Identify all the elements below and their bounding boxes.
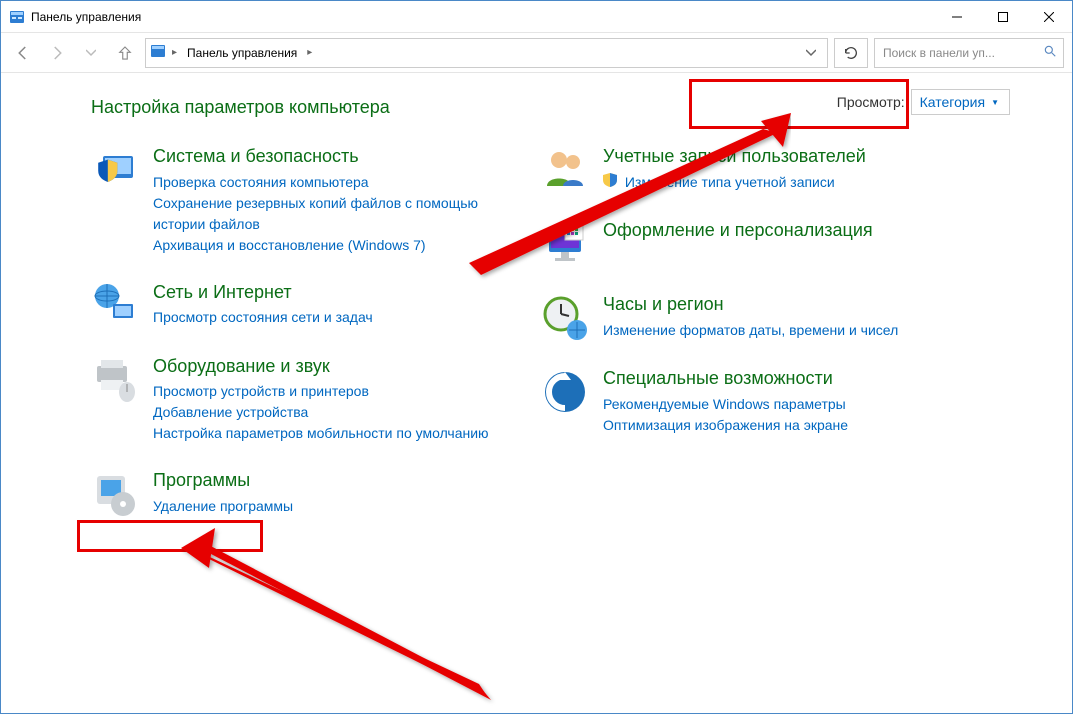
control-panel-window: Панель управления ▸ Панель управления ▸ (0, 0, 1073, 714)
category-link[interactable]: Рекомендуемые Windows параметры (603, 394, 941, 415)
category-hardware-sound: Оборудование и звук Просмотр устройств и… (91, 356, 491, 445)
view-by-row: Просмотр: Категория ▼ (837, 89, 1010, 115)
category-title[interactable]: Оборудование и звук (153, 356, 491, 378)
ease-of-access-icon (541, 368, 589, 436)
programs-disc-icon (91, 470, 139, 518)
category-title[interactable]: Часы и регион (603, 294, 941, 316)
window-title: Панель управления (31, 10, 141, 24)
search-input[interactable] (881, 45, 1039, 61)
category-link-text: Изменение типа учетной записи (625, 174, 835, 190)
address-bar[interactable]: ▸ Панель управления ▸ (145, 38, 828, 68)
category-link[interactable]: Изменение типа учетной записи (603, 172, 941, 193)
category-link[interactable]: Архивация и восстановление (Windows 7) (153, 235, 491, 256)
up-button[interactable] (111, 39, 139, 67)
minimize-button[interactable] (934, 1, 980, 32)
category-title[interactable]: Система и безопасность (153, 146, 491, 168)
view-by-dropdown[interactable]: Категория ▼ (911, 89, 1010, 115)
personalization-icon (541, 220, 589, 268)
category-link[interactable]: Настройка параметров мобильности по умол… (153, 423, 491, 444)
category-title[interactable]: Специальные возможности (603, 368, 941, 390)
category-network-internet: Сеть и Интернет Просмотр состояния сети … (91, 282, 491, 330)
clock-globe-icon (541, 294, 589, 342)
chevron-down-icon: ▼ (991, 98, 999, 107)
category-link[interactable]: Изменение форматов даты, времени и чисел (603, 320, 941, 341)
category-title[interactable]: Сеть и Интернет (153, 282, 491, 304)
category-ease-of-access: Специальные возможности Рекомендуемые Wi… (541, 368, 941, 436)
breadcrumb-root[interactable]: Панель управления (183, 44, 301, 62)
globe-network-icon (91, 282, 139, 330)
view-by-value: Категория (920, 94, 985, 110)
category-column-right: Учетные записи пользователей Изменение т… (541, 146, 941, 544)
titlebar: Панель управления (1, 1, 1072, 33)
toolbar: ▸ Панель управления ▸ (1, 33, 1072, 73)
category-programs: Программы Удаление программы (91, 470, 491, 518)
category-system-security: Система и безопасность Проверка состояни… (91, 146, 491, 256)
search-box[interactable] (874, 38, 1064, 68)
back-button[interactable] (9, 39, 37, 67)
content-area: Просмотр: Категория ▼ Настройка параметр… (1, 73, 1072, 713)
uac-shield-icon (603, 172, 617, 193)
search-icon (1043, 44, 1057, 61)
category-link[interactable]: Просмотр устройств и принтеров (153, 381, 491, 402)
maximize-button[interactable] (980, 1, 1026, 32)
recent-menu-button[interactable] (77, 39, 105, 67)
category-user-accounts: Учетные записи пользователей Изменение т… (541, 146, 941, 194)
control-panel-icon-small (150, 43, 166, 62)
address-dropdown-button[interactable] (799, 41, 823, 65)
shield-monitor-icon (91, 146, 139, 256)
category-title[interactable]: Учетные записи пользователей (603, 146, 941, 168)
category-clock-region: Часы и регион Изменение форматов даты, в… (541, 294, 941, 342)
chevron-right-icon[interactable]: ▸ (305, 47, 314, 58)
annotation-arrow-to-uninstall (181, 528, 501, 708)
category-title[interactable]: Оформление и персонализация (603, 220, 941, 242)
forward-button[interactable] (43, 39, 71, 67)
user-accounts-icon (541, 146, 589, 194)
category-title[interactable]: Программы (153, 470, 491, 492)
category-link[interactable]: Добавление устройства (153, 402, 491, 423)
category-link[interactable]: Проверка состояния компьютера (153, 172, 491, 193)
refresh-button[interactable] (834, 38, 868, 68)
printer-mouse-icon (91, 356, 139, 445)
category-link-uninstall[interactable]: Удаление программы (153, 496, 491, 517)
view-by-label: Просмотр: (837, 94, 905, 110)
chevron-right-icon[interactable]: ▸ (170, 47, 179, 58)
category-link[interactable]: Просмотр состояния сети и задач (153, 307, 491, 328)
control-panel-icon (9, 9, 25, 25)
category-column-left: Система и безопасность Проверка состояни… (91, 146, 491, 544)
close-button[interactable] (1026, 1, 1072, 32)
category-appearance: Оформление и персонализация (541, 220, 941, 268)
category-link[interactable]: Оптимизация изображения на экране (603, 415, 941, 436)
category-link[interactable]: Сохранение резервных копий файлов с помо… (153, 193, 491, 235)
